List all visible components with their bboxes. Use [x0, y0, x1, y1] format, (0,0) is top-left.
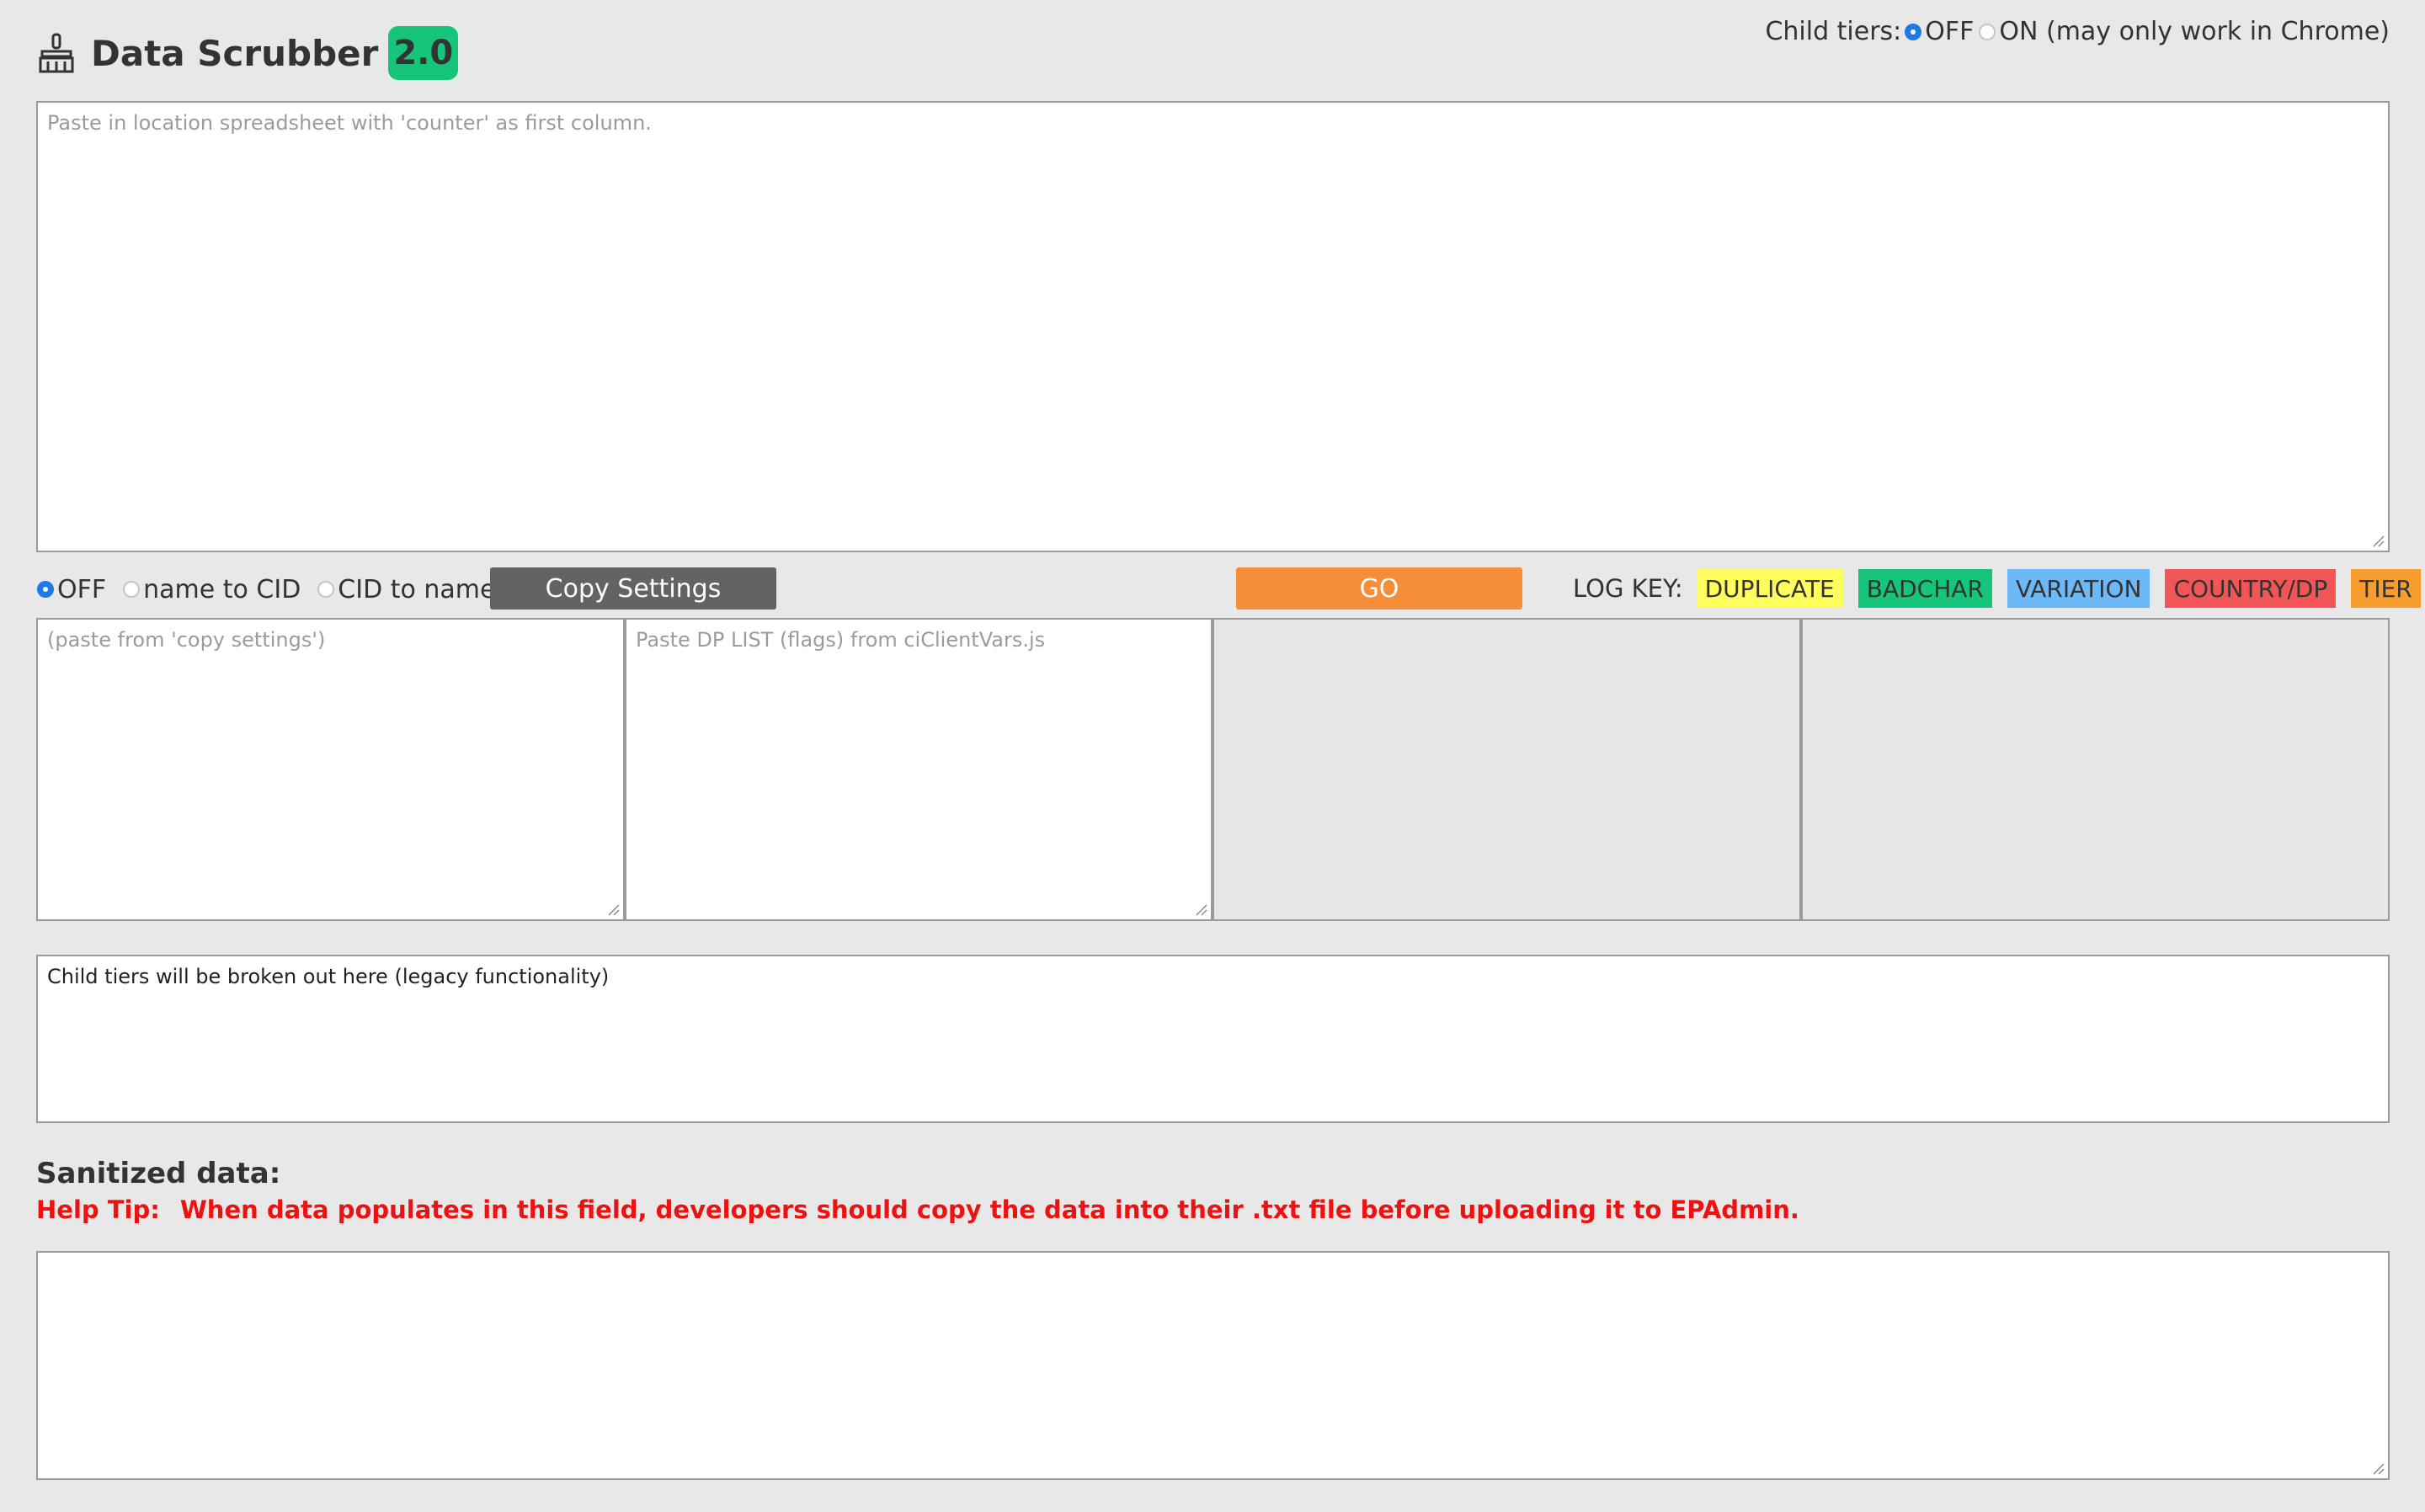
mode-cid-to-name-label[interactable]: CID to name [338, 575, 495, 604]
copy-settings-button[interactable]: Copy Settings [490, 567, 776, 610]
location-spreadsheet-placeholder: Paste in location spreadsheet with 'coun… [47, 111, 652, 135]
resize-handle-icon[interactable] [607, 903, 621, 917]
log-output-panel [1212, 618, 1801, 921]
child-tiers-off-radio[interactable] [1905, 23, 1922, 40]
mode-name-to-cid-label[interactable]: name to CID [143, 575, 301, 604]
broom-icon [39, 33, 74, 73]
mode-cid-to-name-radio[interactable] [317, 581, 335, 598]
log-tag-badchar: BADCHAR [1857, 569, 1992, 608]
log-key: LOG KEY: DUPLICATE BADCHAR VARIATION COU… [1573, 569, 2421, 608]
settings-paste-input[interactable]: (paste from 'copy settings') [36, 618, 625, 921]
resize-handle-icon[interactable] [1195, 903, 1208, 917]
log-tag-tier: TIER [2351, 569, 2421, 608]
log-key-label: LOG KEY: [1573, 574, 1683, 603]
mode-off-option[interactable]: OFF [37, 575, 106, 604]
child-tiers-off-label[interactable]: OFF [1925, 17, 1974, 46]
mode-off-label[interactable]: OFF [57, 575, 106, 604]
resize-handle-icon[interactable] [2372, 535, 2385, 548]
settings-paste-placeholder: (paste from 'copy settings') [47, 628, 326, 652]
child-tiers-on-label[interactable]: ON (may only work in Chrome) [1999, 17, 2390, 46]
child-tiers-label: Child tiers: [1765, 17, 1902, 46]
app-header: Data Scrubber 2.0 [37, 24, 459, 83]
page: Data Scrubber 2.0 Child tiers: OFF ON (m… [0, 0, 2425, 1512]
log-tag-country-dp: COUNTRY/DP [2165, 569, 2337, 608]
log-tag-variation: VARIATION [2007, 569, 2151, 608]
child-tiers-output[interactable]: Child tiers will be broken out here (leg… [36, 955, 2390, 1123]
mode-off-radio[interactable] [37, 581, 54, 598]
mode-radio-group: OFF name to CID CID to name [37, 566, 509, 613]
child-tiers-output-text: Child tiers will be broken out here (leg… [47, 965, 610, 988]
help-tip-text: When data populates in this field, devel… [179, 1195, 1799, 1224]
mode-cid-to-name-option[interactable]: CID to name [314, 575, 495, 604]
child-tiers-on-radio[interactable] [1979, 23, 1996, 40]
child-tiers-toggle: Child tiers: OFF ON (may only work in Ch… [1765, 17, 2390, 46]
version-badge: 2.0 [388, 26, 459, 80]
help-tip: Help Tip: When data populates in this fie… [36, 1195, 1799, 1224]
go-button[interactable]: GO [1236, 567, 1522, 610]
sanitized-data-heading: Sanitized data: [36, 1157, 281, 1190]
mode-name-to-cid-radio[interactable] [123, 581, 141, 598]
mode-name-to-cid-option[interactable]: name to CID [120, 575, 301, 604]
location-spreadsheet-input[interactable]: Paste in location spreadsheet with 'coun… [36, 101, 2390, 552]
log-tag-duplicate: DUPLICATE [1696, 569, 1843, 608]
app-title: Data Scrubber [91, 32, 379, 74]
dp-list-placeholder: Paste DP LIST (flags) from ciClientVars.… [636, 628, 1046, 652]
secondary-output-panel [1801, 618, 2390, 921]
dp-list-input[interactable]: Paste DP LIST (flags) from ciClientVars.… [625, 618, 1212, 921]
sanitized-data-output[interactable] [36, 1251, 2390, 1480]
resize-handle-icon[interactable] [2372, 1462, 2385, 1476]
help-tip-label: Help Tip: [36, 1195, 160, 1224]
